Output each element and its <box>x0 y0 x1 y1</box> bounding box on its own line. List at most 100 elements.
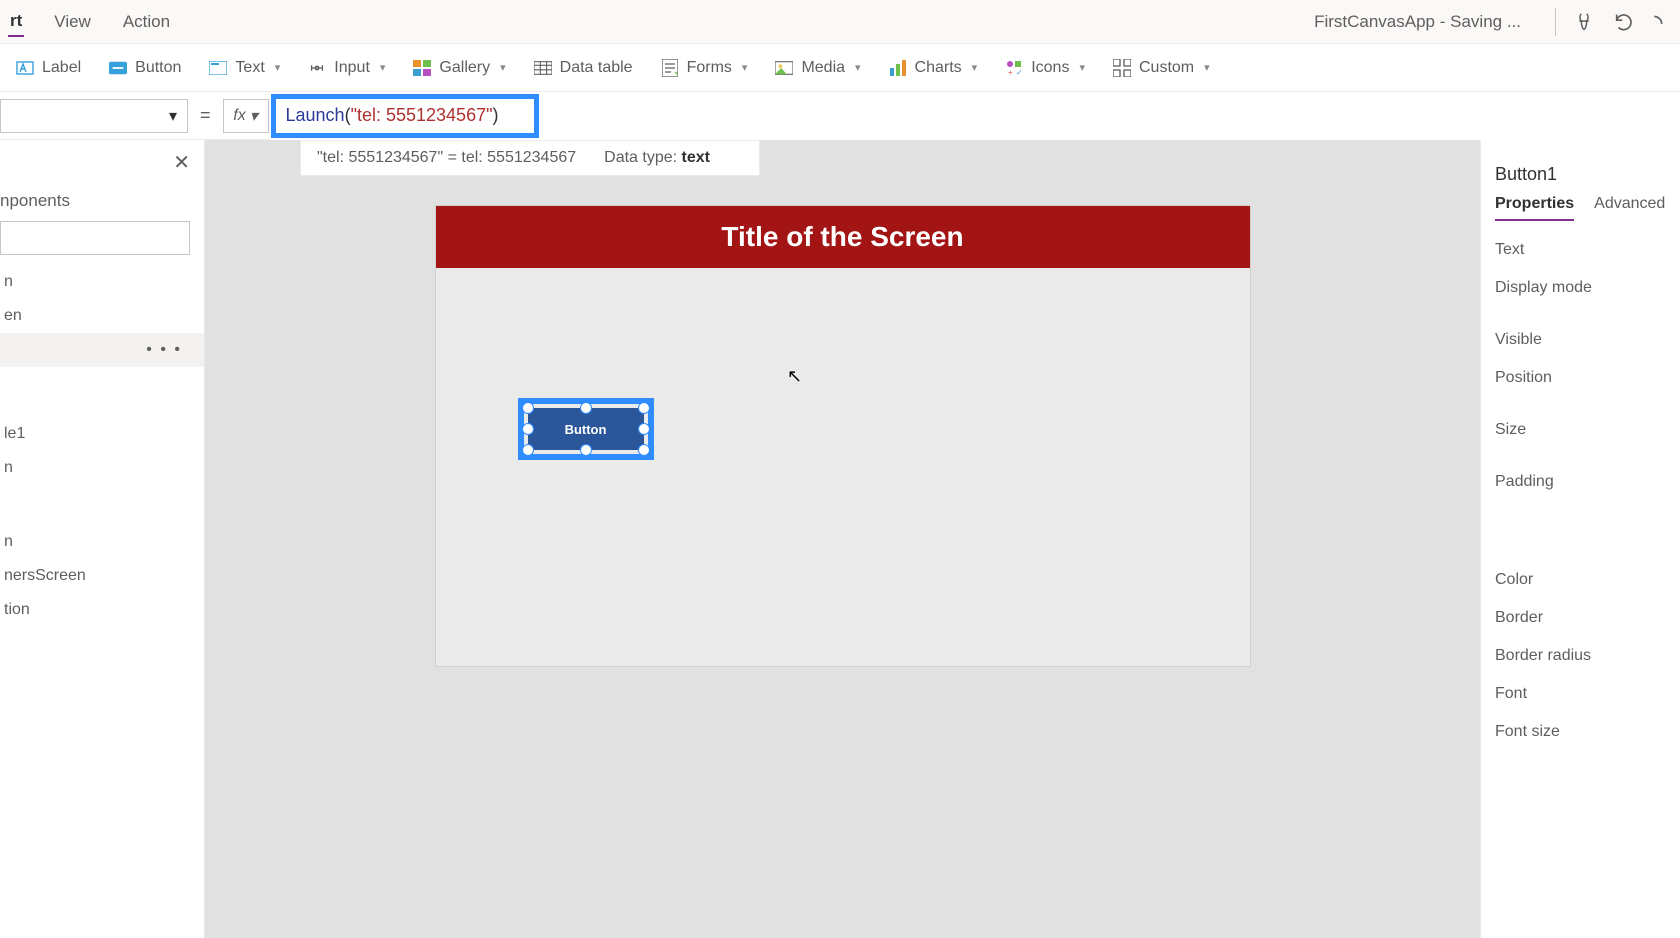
ribbon-gallery-text: Gallery <box>439 59 490 77</box>
undo-icon[interactable] <box>1610 8 1638 36</box>
ribbon-button[interactable]: Button <box>109 59 181 77</box>
screen-title-text: Title of the Screen <box>721 221 963 253</box>
prop-size[interactable]: Size <box>1495 411 1666 449</box>
button-control[interactable]: Button <box>528 408 644 450</box>
screen-canvas[interactable]: Title of the Screen Button <box>436 206 1250 666</box>
formula-token-str: "tel: 5551234567" <box>351 105 493 125</box>
equals-label: = <box>200 105 211 126</box>
chevron-down-icon: ▾ <box>500 61 506 74</box>
ribbon-input[interactable]: Input ▾ <box>308 59 385 77</box>
resize-handle[interactable] <box>580 402 592 414</box>
ribbon-button-text: Button <box>135 59 181 77</box>
gallery-icon <box>413 59 431 77</box>
resize-handle[interactable] <box>580 444 592 456</box>
menu-divider <box>1555 8 1556 36</box>
prop-display-mode[interactable]: Display mode <box>1495 269 1666 307</box>
menu-action[interactable]: Action <box>121 8 172 36</box>
resize-handle[interactable] <box>638 402 650 414</box>
redo-icon[interactable] <box>1644 8 1672 36</box>
tree-item-selected[interactable]: • • • <box>0 333 204 367</box>
chevron-down-icon: ▾ <box>169 106 177 126</box>
prop-text[interactable]: Text <box>1495 231 1666 269</box>
formula-datatype-label: Data type: <box>604 149 681 166</box>
formula-code: Launch("tel: 5551234567") <box>286 105 499 127</box>
prop-position[interactable]: Position <box>1495 359 1666 397</box>
formula-datatype-value: text <box>682 149 710 166</box>
tree-item-label: le1 <box>4 425 25 443</box>
app-checker-icon[interactable] <box>1570 8 1598 36</box>
ribbon-charts-text: Charts <box>915 59 962 77</box>
tree-item[interactable]: n <box>0 451 204 485</box>
formula-result-strip: "tel: 5551234567" = tel: 5551234567 Data… <box>300 140 760 176</box>
tree-item-label: tion <box>4 601 30 619</box>
app-title: FirstCanvasApp - Saving ... <box>1314 12 1521 32</box>
media-icon <box>775 59 793 77</box>
ribbon-gallery[interactable]: Gallery ▾ <box>413 59 505 77</box>
more-icon[interactable]: • • • <box>146 341 196 359</box>
resize-handle[interactable] <box>522 423 534 435</box>
formula-token-close: ) <box>492 105 498 125</box>
formula-bar: ▾ = fx ▾ Launch("tel: 5551234567") <box>0 92 1680 140</box>
custom-icon <box>1113 59 1131 77</box>
tree-item[interactable]: n <box>0 265 204 299</box>
datatable-icon <box>534 59 552 77</box>
chevron-down-icon: ▾ <box>972 61 978 74</box>
prop-font[interactable]: Font <box>1495 675 1666 713</box>
chevron-down-icon: ▾ <box>250 106 258 126</box>
prop-color[interactable]: Color <box>1495 561 1666 599</box>
selected-control-name: Button1 <box>1495 164 1666 185</box>
fx-button[interactable]: fx ▾ <box>223 99 269 133</box>
properties-panel: Button1 Properties Advanced Text Display… <box>1480 140 1680 938</box>
tree-item-label: nersScreen <box>4 567 86 585</box>
prop-font-size[interactable]: Font size <box>1495 713 1666 751</box>
tree-search-input[interactable] <box>0 221 190 255</box>
menu-insert[interactable]: rt <box>8 7 24 37</box>
components-tab[interactable]: nponents <box>0 185 204 221</box>
resize-handle[interactable] <box>522 402 534 414</box>
chevron-down-icon: ▾ <box>380 61 386 74</box>
tree-item[interactable]: le1 <box>0 417 204 451</box>
tree-item[interactable]: en <box>0 299 204 333</box>
ribbon-icons[interactable]: +✓ Icons ▾ <box>1005 59 1085 77</box>
ribbon-label[interactable]: Label <box>16 59 81 77</box>
resize-handle[interactable] <box>638 423 650 435</box>
tree-item[interactable]: n <box>0 525 204 559</box>
formula-input-area[interactable]: Launch("tel: 5551234567") <box>269 92 1680 140</box>
formula-token-fn: Launch <box>286 105 345 125</box>
insert-ribbon: Label Button Text ▾ Input ▾ Gallery ▾ Da… <box>0 44 1680 92</box>
menu-view[interactable]: View <box>52 8 93 36</box>
ribbon-label-text: Label <box>42 59 81 77</box>
tab-advanced[interactable]: Advanced <box>1594 195 1665 221</box>
tree-item[interactable]: tion <box>0 593 204 627</box>
resize-handle[interactable] <box>638 444 650 456</box>
property-dropdown[interactable]: ▾ <box>0 99 188 133</box>
prop-border[interactable]: Border <box>1495 599 1666 637</box>
menu-left-group: rt View Action <box>8 7 172 37</box>
prop-padding[interactable]: Padding <box>1495 463 1666 501</box>
text-icon <box>209 59 227 77</box>
ribbon-input-text: Input <box>334 59 370 77</box>
ribbon-custom[interactable]: Custom ▾ <box>1113 59 1210 77</box>
close-icon[interactable]: ✕ <box>173 150 190 175</box>
ribbon-text[interactable]: Text ▾ <box>209 59 280 77</box>
resize-handle[interactable] <box>522 444 534 456</box>
tab-properties[interactable]: Properties <box>1495 195 1574 221</box>
formula-highlight: Launch("tel: 5551234567") <box>271 94 539 138</box>
ribbon-media[interactable]: Media ▾ <box>775 59 860 77</box>
ribbon-forms-text: Forms <box>687 59 732 77</box>
prop-border-radius[interactable]: Border radius <box>1495 637 1666 675</box>
label-icon <box>16 59 34 77</box>
ribbon-forms[interactable]: Forms ▾ <box>661 59 748 77</box>
ribbon-icons-text: Icons <box>1031 59 1069 77</box>
charts-icon <box>889 59 907 77</box>
svg-text:+: + <box>1008 68 1013 77</box>
ribbon-media-text: Media <box>801 59 845 77</box>
canvas-area[interactable]: ↖ Title of the Screen Button <box>205 140 1480 938</box>
prop-visible[interactable]: Visible <box>1495 321 1666 359</box>
ribbon-datatable[interactable]: Data table <box>534 59 633 77</box>
ribbon-charts[interactable]: Charts ▾ <box>889 59 978 77</box>
tree-item[interactable]: nersScreen <box>0 559 204 593</box>
forms-icon <box>661 59 679 77</box>
selected-control-outline[interactable]: Button <box>518 398 654 460</box>
chevron-down-icon: ▾ <box>1204 61 1210 74</box>
